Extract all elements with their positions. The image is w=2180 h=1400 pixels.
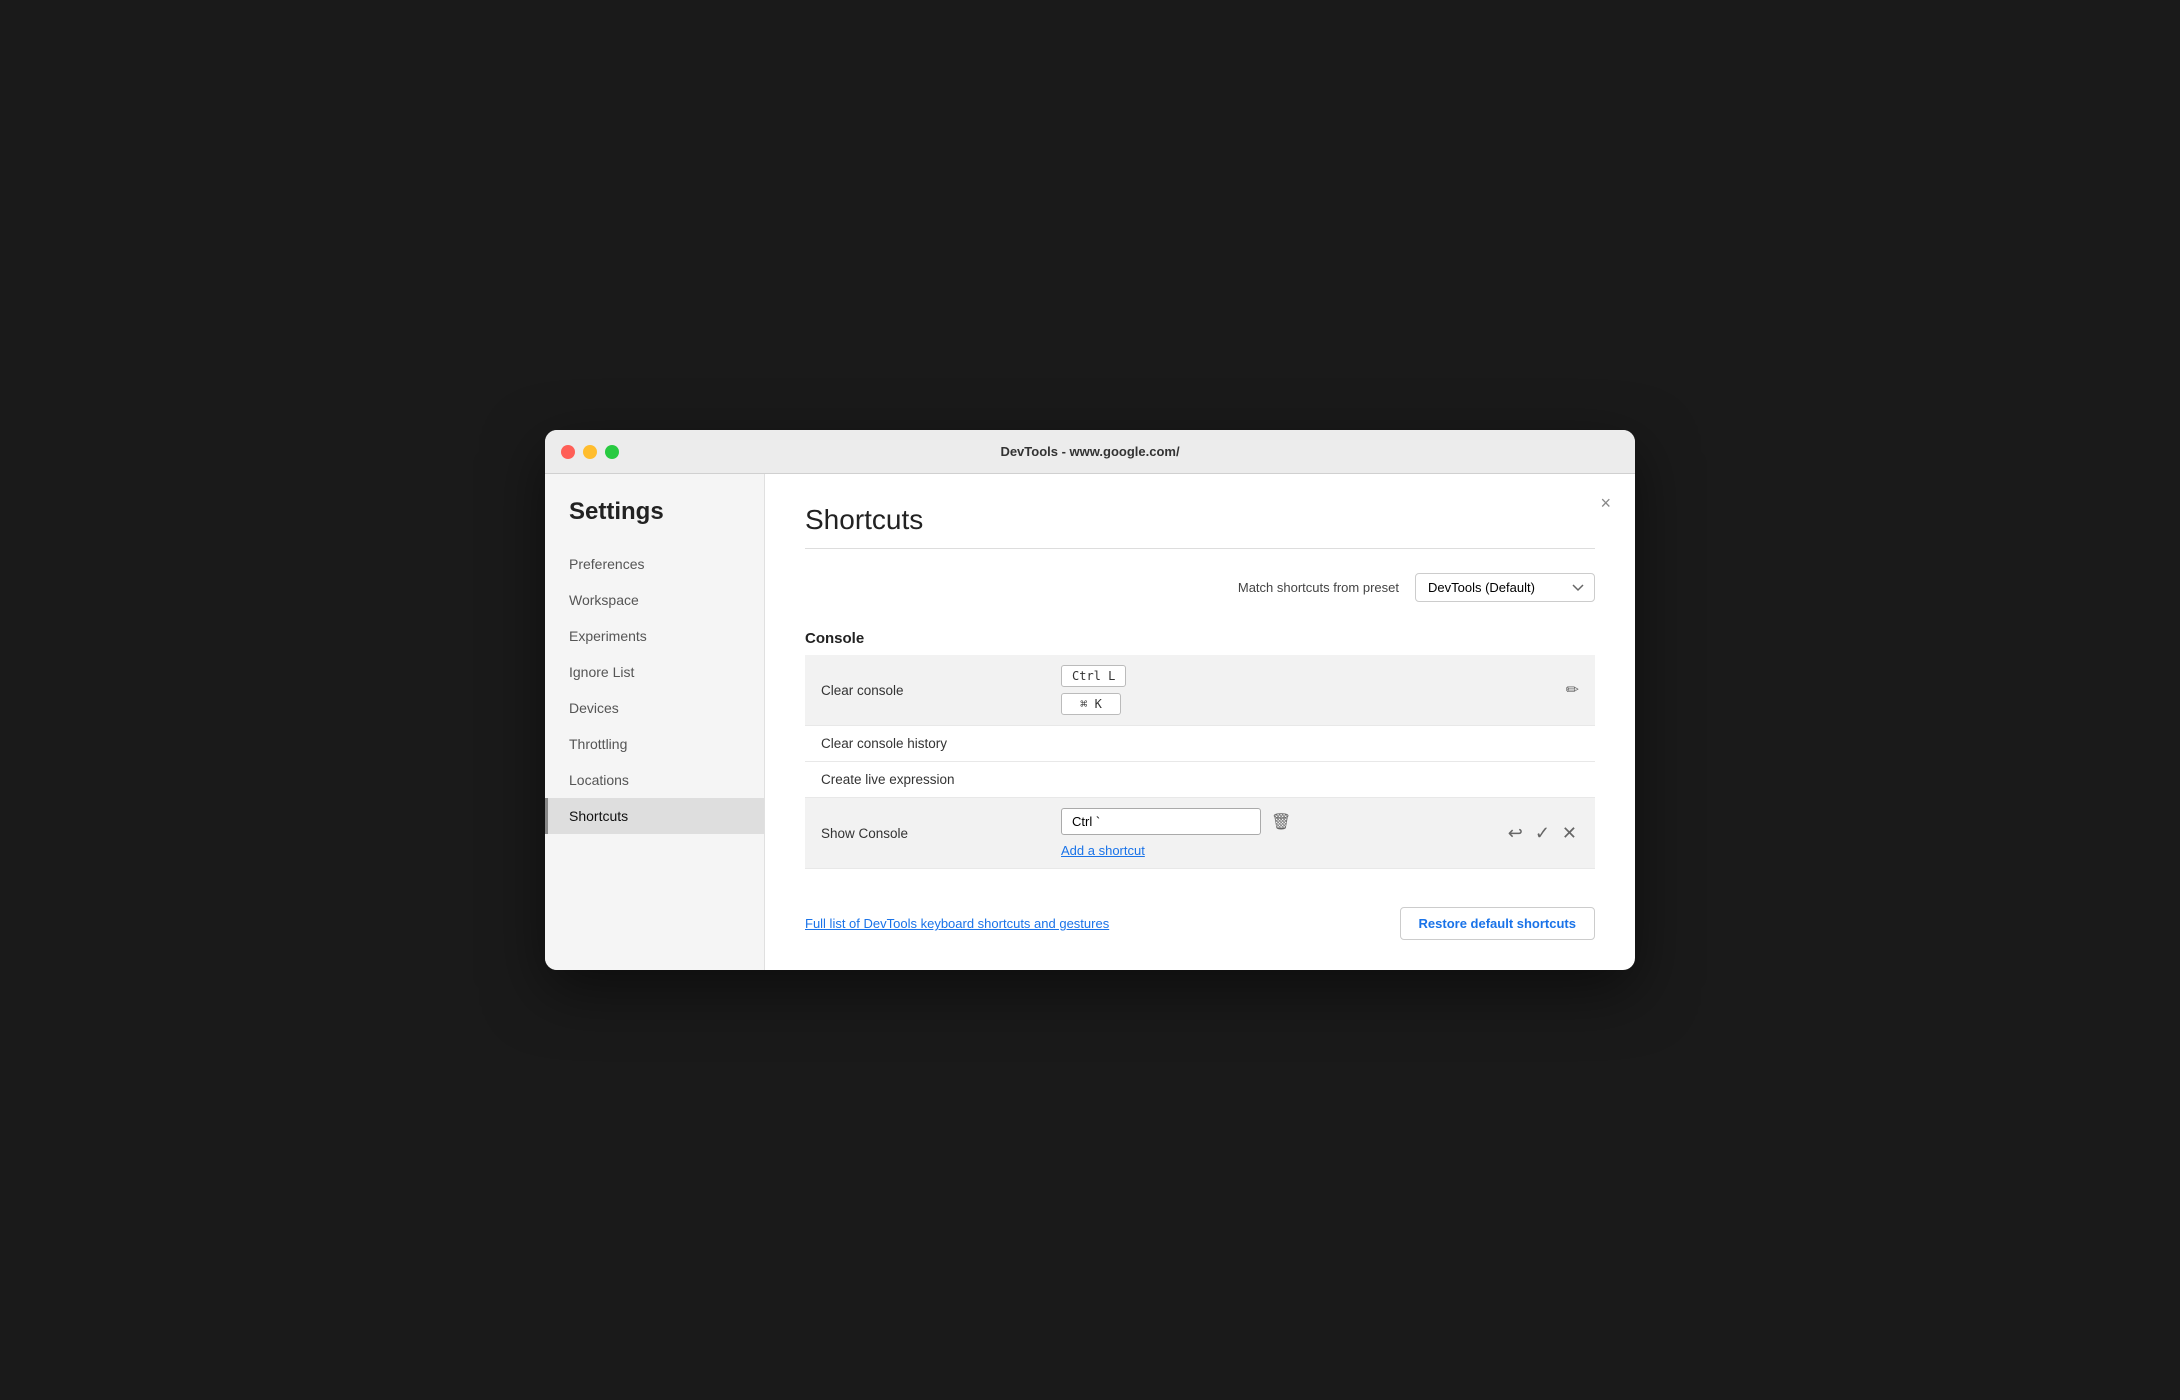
sidebar-item-workspace[interactable]: Workspace	[545, 582, 764, 618]
shortcut-row-clear-console: Clear console Ctrl L ⌘ K ✏	[805, 655, 1595, 726]
close-button[interactable]: ×	[1600, 494, 1611, 512]
key-badge-cmd-k: ⌘ K	[1061, 693, 1566, 715]
full-list-link[interactable]: Full list of DevTools keyboard shortcuts…	[805, 916, 1109, 931]
shortcut-row-show-console: Show Console 🗑 Add a shortcut ↩ ✓ ✕	[805, 798, 1595, 869]
confirm-button[interactable]: ✓	[1533, 821, 1552, 846]
traffic-lights	[561, 445, 619, 459]
sidebar-item-devices[interactable]: Devices	[545, 690, 764, 726]
key-badge-ctrl-l: Ctrl L	[1061, 665, 1566, 687]
section-console-title: Console	[805, 630, 1595, 647]
sidebar: Settings Preferences Workspace Experimen…	[545, 474, 765, 970]
shortcut-name-show-console: Show Console	[821, 826, 1061, 841]
edit-icon-clear-console[interactable]: ✏	[1566, 680, 1579, 700]
cancel-edit-button[interactable]: ✕	[1560, 821, 1579, 846]
add-shortcut-link[interactable]: Add a shortcut	[1061, 843, 1506, 858]
delete-icon-show-console[interactable]: 🗑	[1271, 812, 1291, 832]
titlebar-title: DevTools - www.google.com/	[1000, 444, 1179, 459]
sidebar-item-preferences[interactable]: Preferences	[545, 546, 764, 582]
shortcut-keys-clear-console: Ctrl L ⌘ K	[1061, 665, 1566, 715]
close-traffic-light[interactable]	[561, 445, 575, 459]
preset-select[interactable]: DevTools (Default) Visual Studio Code	[1415, 573, 1595, 602]
shortcut-input-line: 🗑	[1061, 808, 1506, 835]
shortcut-name-live-expression: Create live expression	[821, 772, 1061, 787]
minimize-traffic-light[interactable]	[583, 445, 597, 459]
shortcut-row-clear-history: Clear console history	[805, 726, 1595, 762]
sidebar-item-shortcuts[interactable]: Shortcuts	[545, 798, 764, 834]
titlebar: DevTools - www.google.com/	[545, 430, 1635, 474]
page-title: Shortcuts	[805, 504, 1595, 536]
shortcut-input-row-show-console: 🗑 Add a shortcut	[1061, 808, 1506, 858]
footer: Full list of DevTools keyboard shortcuts…	[805, 897, 1595, 940]
restore-defaults-button[interactable]: Restore default shortcuts	[1400, 907, 1595, 940]
window-body: Settings Preferences Workspace Experimen…	[545, 474, 1635, 970]
preset-row: Match shortcuts from preset DevTools (De…	[805, 573, 1595, 602]
divider	[805, 548, 1595, 549]
maximize-traffic-light[interactable]	[605, 445, 619, 459]
sidebar-item-ignore-list[interactable]: Ignore List	[545, 654, 764, 690]
shortcut-name-clear-history: Clear console history	[821, 736, 1061, 751]
devtools-window: DevTools - www.google.com/ Settings Pref…	[545, 430, 1635, 970]
sidebar-heading: Settings	[545, 498, 764, 546]
main-content: × Shortcuts Match shortcuts from preset …	[765, 474, 1635, 970]
editing-actions-show-console: ↩ ✓ ✕	[1506, 821, 1579, 846]
shortcut-name-clear-console: Clear console	[821, 683, 1061, 698]
shortcut-actions-clear-console: ✏	[1566, 680, 1579, 700]
preset-label: Match shortcuts from preset	[1238, 580, 1399, 595]
undo-button[interactable]: ↩	[1506, 821, 1525, 846]
shortcut-input-show-console[interactable]	[1061, 808, 1261, 835]
sidebar-item-throttling[interactable]: Throttling	[545, 726, 764, 762]
shortcut-row-live-expression: Create live expression	[805, 762, 1595, 798]
sidebar-item-experiments[interactable]: Experiments	[545, 618, 764, 654]
sidebar-item-locations[interactable]: Locations	[545, 762, 764, 798]
